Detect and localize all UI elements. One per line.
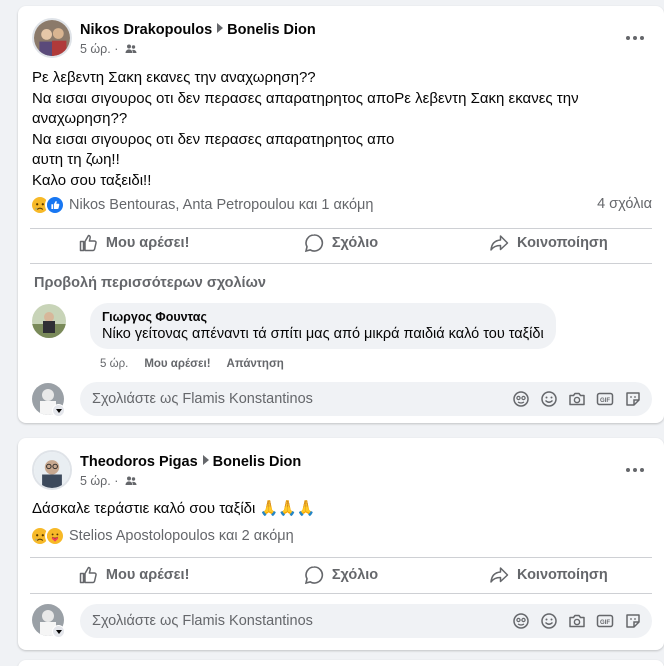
reactions-names[interactable]: Stelios Apostolopoulos και 2 ακόμη — [69, 528, 294, 544]
post-text: Ρε λεβεντη Σακη εκανες την αναχωρηση?? Ν… — [32, 68, 632, 191]
view-more-comments-link[interactable]: Προβολή περισσότερων σχολίων — [34, 275, 266, 291]
post-text: Δάσκαλε τεράστιε καλό σου ταξίδι 🙏🙏🙏 — [32, 499, 632, 520]
comment-like-button[interactable]: Μου αρέσει! — [144, 358, 210, 370]
share-icon — [490, 567, 509, 583]
post-action-bar: Μου αρέσει! Σχόλιο Κοινοποίηση — [30, 225, 652, 261]
gif-icon[interactable]: GIF — [596, 390, 614, 408]
comment-input[interactable] — [36, 382, 512, 416]
reactions-summary[interactable]: Stelios Apostolopoulos και 2 ακόμη — [30, 526, 294, 546]
target-name[interactable]: Bonelis Dion — [213, 454, 302, 470]
thumbs-up-icon — [79, 234, 97, 252]
comment-reply-button[interactable]: Απάντηση — [227, 358, 284, 370]
target-name[interactable]: Bonelis Dion — [227, 22, 316, 38]
post-meta: 5 ώρ. · — [80, 42, 137, 58]
svg-text:GIF: GIF — [600, 620, 610, 626]
share-button[interactable]: Κοινοποίηση — [445, 557, 652, 593]
author-avatar[interactable] — [32, 18, 72, 58]
avatar-sticker-icon[interactable] — [512, 612, 530, 630]
share-label: Κοινοποίηση — [516, 235, 608, 251]
divider — [30, 593, 652, 594]
post-text-line: Να εισαι σιγουρος οτι δεν περασες απαρατ… — [32, 130, 395, 148]
sticker-icon[interactable] — [624, 390, 642, 408]
composer-icons: GIF — [512, 612, 652, 630]
post-text-line: Να εισαι σιγουρος οτι δεν περασες απαρατ… — [32, 89, 579, 107]
friends-icon[interactable] — [125, 475, 137, 490]
comment-label: Σχόλιο — [331, 567, 379, 583]
comment-button[interactable]: Σχόλιο — [237, 225, 444, 261]
reactions-names[interactable]: Nikos Bentouras, Anta Petropoulou και 1 … — [69, 197, 373, 213]
comment-composer: GIF — [36, 604, 652, 638]
arrow-right-icon — [202, 455, 209, 465]
post-text-line: αυτη τη ζωη!! — [32, 151, 120, 168]
comment-text: Νίκο γείτονας απέναντι τά σπίτι μας από … — [102, 326, 544, 342]
comment-button[interactable]: Σχόλιο — [237, 557, 444, 593]
camera-icon[interactable] — [568, 390, 586, 408]
post-text-line: Ρε λεβεντη Σακη εκανες την αναχωρηση?? — [32, 69, 316, 86]
comment-author[interactable]: Γιωργος Φουντας — [102, 310, 544, 324]
author-avatar[interactable] — [32, 450, 72, 490]
next-post-card — [18, 660, 664, 666]
post-text-line: Καλο σου ταξειδι!! — [32, 171, 152, 189]
author-name[interactable]: Theodoros Pigas — [80, 454, 198, 470]
friends-icon[interactable] — [125, 43, 137, 58]
like-button[interactable]: Μου αρέσει! — [30, 225, 237, 261]
post-card: Nikos Drakopoulos Bonelis Dion 5 ώρ. · Ρε… — [18, 6, 664, 423]
comment-time[interactable]: 5 ώρ. — [100, 358, 128, 370]
post-time[interactable]: 5 ώρ. — [80, 42, 111, 56]
comment-icon — [304, 566, 323, 585]
divider — [30, 263, 652, 264]
reactions-summary[interactable]: Nikos Bentouras, Anta Petropoulou και 1 … — [30, 195, 373, 215]
camera-icon[interactable] — [568, 612, 586, 630]
comment-icon — [304, 234, 323, 253]
composer-icons: GIF — [512, 390, 652, 408]
comment-label: Σχόλιο — [331, 235, 379, 251]
post-author-line: Nikos Drakopoulos Bonelis Dion — [80, 22, 316, 38]
author-name[interactable]: Nikos Drakopoulos — [80, 22, 212, 38]
like-label: Μου αρέσει! — [105, 567, 190, 583]
care-reaction-icon — [45, 526, 65, 546]
share-label: Κοινοποίηση — [516, 567, 608, 583]
emoji-icon[interactable] — [540, 390, 558, 408]
comments-count[interactable]: 4 σχόλια — [597, 196, 652, 212]
post-time[interactable]: 5 ώρ. — [80, 474, 111, 488]
comment-input[interactable] — [36, 604, 512, 638]
post-text-line: Δάσκαλε τεράστιε καλό σου ταξίδι 🙏🙏🙏 — [32, 500, 316, 517]
gif-icon[interactable]: GIF — [596, 612, 614, 630]
post-action-bar: Μου αρέσει! Σχόλιο Κοινοποίηση — [30, 557, 652, 593]
post-author-line: Theodoros Pigas Bonelis Dion — [80, 454, 301, 470]
arrow-right-icon — [217, 23, 224, 33]
thumbs-up-icon — [79, 566, 97, 584]
share-button[interactable]: Κοινοποίηση — [445, 225, 652, 261]
like-reaction-icon — [45, 195, 65, 215]
share-icon — [490, 235, 509, 251]
sticker-icon[interactable] — [624, 612, 642, 630]
like-button[interactable]: Μου αρέσει! — [30, 557, 237, 593]
avatar-sticker-icon[interactable] — [512, 390, 530, 408]
comment-actions: 5 ώρ. Μου αρέσει! Απάντηση — [100, 358, 284, 370]
comment-composer: GIF — [36, 382, 652, 416]
post-card: Theodoros Pigas Bonelis Dion 5 ώρ. · Δάσκ… — [18, 438, 664, 650]
more-options-icon[interactable] — [624, 27, 646, 49]
more-options-icon[interactable] — [624, 459, 646, 481]
comment-bubble: Γιωργος Φουντας Νίκο γείτονας απέναντι τ… — [90, 303, 556, 349]
post-text-line: αναχωρηση?? — [32, 110, 128, 127]
post-meta: 5 ώρ. · — [80, 474, 137, 490]
commenter-avatar[interactable] — [32, 304, 66, 338]
emoji-icon[interactable] — [540, 612, 558, 630]
svg-text:GIF: GIF — [600, 398, 610, 404]
like-label: Μου αρέσει! — [105, 235, 190, 251]
